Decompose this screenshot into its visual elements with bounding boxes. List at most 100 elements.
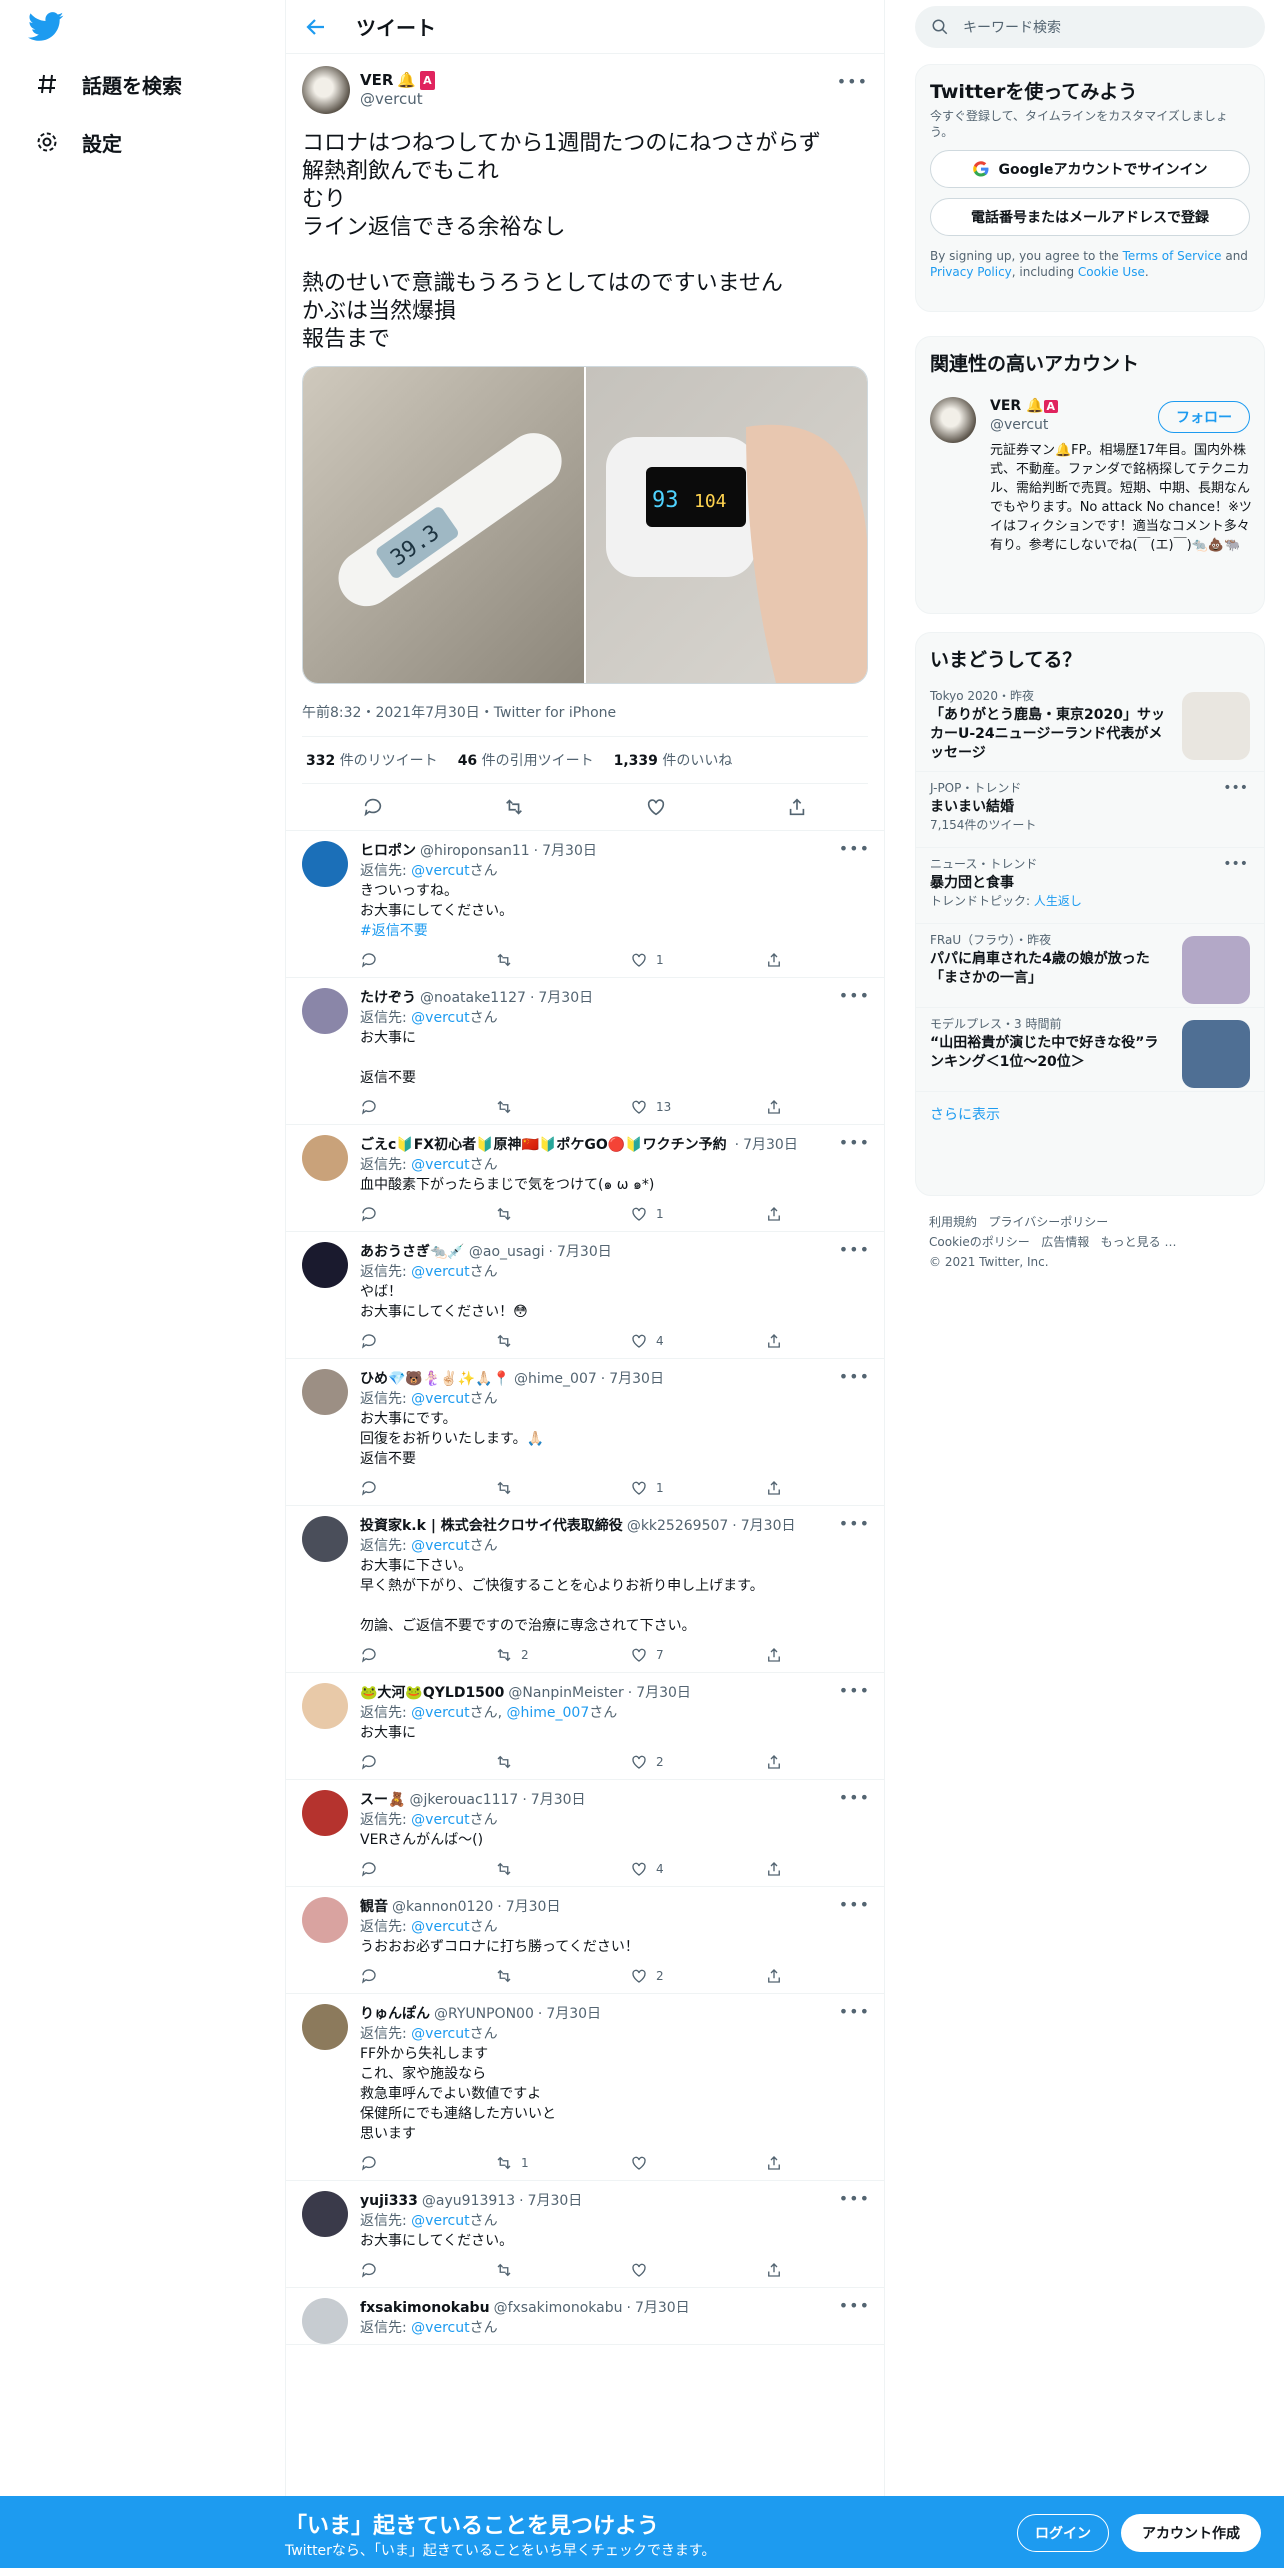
hashtag-link[interactable]: #返信不要 [360,921,900,941]
like-button[interactable]: 4 [630,1859,765,1879]
share-button[interactable] [765,2154,900,2172]
avatar[interactable] [302,2191,348,2237]
like-button[interactable]: 1 [630,1478,765,1498]
reply-to-link[interactable]: @vercut [411,1010,469,1026]
reply-tweet[interactable]: ひめ💎🐻🧜🏻‍♀️✌🏻✨🙏🏻📍 @hime_007 · 7月30日 返信先: @verc… [286,1359,884,1506]
more-options-icon[interactable]: ••• [839,1133,870,1152]
reply-author-handle[interactable]: @RYUNPON00 [434,2004,534,2024]
share-button[interactable] [765,1967,900,1985]
like-button[interactable] [630,2261,765,2279]
like-button[interactable]: 2 [630,1966,765,1986]
retweet-count[interactable]: 332 件のリツイート [306,750,438,770]
retweet-button[interactable] [495,1098,630,1116]
reply-author-name[interactable]: 投資家k.k | 株式会社クロサイ代表取締役 [360,1516,623,1536]
more-options-icon[interactable]: ••• [839,2296,870,2315]
follow-button[interactable]: フォロー [1158,401,1250,433]
reply-to-link[interactable]: @vercut [411,1157,469,1173]
share-button[interactable] [765,1098,900,1116]
like-count[interactable]: 1,339 件のいいね [614,750,733,770]
reply-date[interactable]: 7月30日 [546,2004,601,2024]
trend-item[interactable]: J-POP・トレンド まいまい結婚 7,154件のツイート ••• [916,772,1264,848]
reply-tweet[interactable]: ヒロポン @hiroponsan11 · 7月30日 返信先: @vercutさん きつい… [286,831,884,978]
like-button[interactable]: 7 [630,1645,765,1665]
reply-to-link[interactable]: @vercut [411,1919,469,1935]
more-options-icon[interactable]: ••• [839,1514,870,1533]
reply-author-handle[interactable]: @ayu913913 [422,2191,515,2211]
avatar[interactable] [302,1516,348,1562]
avatar[interactable] [302,2004,348,2050]
reply-date[interactable]: 7月30日 [741,1516,796,1536]
retweet-button[interactable] [495,1332,630,1350]
footer-cookie[interactable]: Cookieのポリシー [929,1235,1030,1249]
reply-to-link[interactable]: @vercut [411,1538,469,1554]
reply-date[interactable]: 7月30日 [743,1135,798,1155]
retweet-button[interactable]: 1 [495,2153,630,2173]
reply-author-handle[interactable]: @hime_007 [514,1369,597,1389]
share-button[interactable] [765,1332,900,1350]
reply-author-handle[interactable]: @kannon0120 [392,1897,493,1917]
trend-item[interactable]: ニュース・トレンド 暴力団と食事 トレンドトピック: 人生返し ••• [916,848,1264,924]
like-button[interactable]: 1 [630,1204,765,1224]
reply-to-link[interactable]: @hime_007 [506,1705,589,1721]
reply-date[interactable]: 7月30日 [542,841,597,861]
reply-to-link[interactable]: @vercut [411,1264,469,1280]
reply-to-link[interactable]: @vercut [411,863,469,879]
reply-author-name[interactable]: りゅんぽん [360,2004,430,2024]
reply-author-name[interactable]: ヒロポン [360,841,416,861]
reply-button[interactable] [360,1205,495,1223]
footer-privacy[interactable]: プライバシーポリシー [988,1215,1108,1229]
reply-tweet[interactable]: スー🧸 @jkerouac1117 · 7月30日 返信先: @vercutさん VERさ… [286,1780,884,1887]
login-button[interactable]: ログイン [1017,2514,1109,2552]
tweet-media[interactable]: 39.3 93 104 [302,366,868,684]
reply-tweet[interactable]: たけぞう @noatake1127 · 7月30日 返信先: @vercutさん お大事に… [286,978,884,1125]
more-options-icon[interactable]: ••• [839,1681,870,1700]
reply-date[interactable]: 7月30日 [538,988,593,1008]
reply-to-link[interactable]: @vercut [411,1705,469,1721]
phone-email-signup-button[interactable]: 電話番号またはメールアドレスで登録 [930,198,1250,236]
retweet-button[interactable] [495,1860,630,1878]
reply-date[interactable]: 7月30日 [506,1897,561,1917]
reply-to-link[interactable]: @vercut [411,2026,469,2042]
back-arrow-icon[interactable] [304,15,328,39]
reply-button[interactable] [360,2261,495,2279]
reply-button[interactable] [360,1332,495,1350]
avatar[interactable] [302,841,348,887]
retweet-button[interactable] [495,1479,630,1497]
like-button[interactable]: 1 [630,950,765,970]
reply-author-name[interactable]: yuji333 [360,2191,418,2211]
reply-icon[interactable] [362,796,384,818]
trend-item[interactable]: FRaU（フラウ）・昨夜 パパに肩車された4歳の娘が放った「まさかの一言」 [916,924,1264,1008]
quote-count[interactable]: 46 件の引用ツイート [458,750,594,770]
more-options-icon[interactable]: ••• [839,1367,870,1386]
retweet-button[interactable] [495,951,630,969]
reply-to-link[interactable]: @vercut [411,2213,469,2229]
reply-button[interactable] [360,1967,495,1985]
like-button[interactable]: 4 [630,1331,765,1351]
retweet-button[interactable] [495,2261,630,2279]
more-options-icon[interactable]: ••• [839,986,870,1005]
avatar[interactable] [302,1135,348,1181]
avatar[interactable] [302,1242,348,1288]
reply-button[interactable] [360,1479,495,1497]
footer-terms[interactable]: 利用規約 [929,1215,977,1229]
reply-author-handle[interactable]: @noatake1127 [420,988,526,1008]
reply-date[interactable]: 7月30日 [636,1683,691,1703]
avatar[interactable] [302,1790,348,1836]
avatar[interactable] [302,1369,348,1415]
show-more-link[interactable]: さらに表示 [916,1092,1264,1136]
reply-tweet[interactable]: yuji333 @ayu913913 · 7月30日 返信先: @vercutさん お大事… [286,2181,884,2288]
reply-author-name[interactable]: 観音 [360,1897,388,1917]
related-avatar[interactable] [930,397,976,443]
author-handle[interactable]: @vercut [360,90,435,109]
retweet-button[interactable] [495,1205,630,1223]
share-button[interactable] [765,951,900,969]
reply-author-name[interactable]: たけぞう [360,988,416,1008]
share-button[interactable] [765,2261,900,2279]
reply-author-handle[interactable]: @fxsakimonokabu [494,2298,623,2318]
retweet-button[interactable]: 2 [495,1645,630,1665]
share-button[interactable] [765,1479,900,1497]
more-options-icon[interactable]: ••• [839,2002,870,2021]
avatar[interactable] [302,988,348,1034]
reply-tweet[interactable]: りゅんぽん @RYUNPON00 · 7月30日 返信先: @vercutさん FF外から… [286,1994,884,2181]
trend-thumbnail[interactable] [1182,936,1250,1004]
